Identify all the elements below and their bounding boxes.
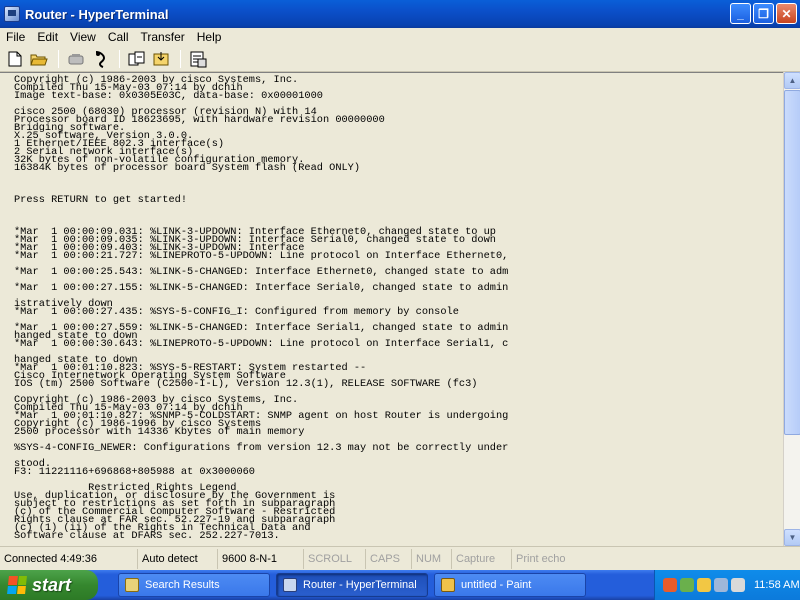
close-icon: ✕ xyxy=(781,6,792,21)
dial-button[interactable] xyxy=(89,48,111,70)
toolbar-separator xyxy=(180,49,181,68)
restore-icon: ❐ xyxy=(758,6,769,21)
receive-button[interactable] xyxy=(150,48,172,70)
minimize-button[interactable]: _ xyxy=(730,3,751,24)
menu-file[interactable]: File xyxy=(0,30,31,44)
toolbar xyxy=(0,46,800,72)
status-scroll: SCROLL xyxy=(304,548,366,569)
task-label: Router - HyperTerminal xyxy=(303,579,417,591)
disconnect-icon xyxy=(68,53,84,64)
status-detect: Auto detect xyxy=(138,548,218,569)
menu-view[interactable]: View xyxy=(64,30,102,44)
task-label: untitled - Paint xyxy=(461,579,532,591)
window-controls: _ ❐ ✕ xyxy=(730,3,797,24)
menu-transfer[interactable]: Transfer xyxy=(135,30,191,44)
system-tray: 11:58 AM xyxy=(654,570,800,600)
terminal-output: Copyright (c) 1986-2003 by cisco Systems… xyxy=(14,74,509,542)
clock[interactable]: 11:58 AM xyxy=(754,579,800,591)
menu-call[interactable]: Call xyxy=(102,30,135,44)
down-arrow-icon: ▼ xyxy=(788,533,797,542)
send-button[interactable] xyxy=(126,48,148,70)
up-arrow-icon: ▲ xyxy=(788,76,797,85)
status-settings: 9600 8-N-1 xyxy=(218,548,304,569)
title-bar[interactable]: Router - HyperTerminal _ ❐ ✕ xyxy=(0,0,800,28)
properties-button[interactable] xyxy=(187,48,209,70)
toolbar-separator xyxy=(119,49,120,68)
status-print-echo: Print echo xyxy=(516,552,566,565)
scroll-thumb[interactable] xyxy=(784,90,800,435)
scroll-up-button[interactable]: ▲ xyxy=(784,72,800,89)
properties-icon xyxy=(190,51,207,67)
windows-logo-icon xyxy=(7,576,27,594)
tray-icon[interactable] xyxy=(663,578,677,592)
paint-icon xyxy=(441,578,455,592)
taskbar-item-search-results[interactable]: Search Results xyxy=(118,573,270,597)
new-connection-icon xyxy=(8,51,22,66)
minimize-icon: _ xyxy=(737,6,744,21)
status-bar: Connected 4:49:36 Auto detect 9600 8-N-1… xyxy=(0,546,800,570)
status-capture: Capture xyxy=(452,548,512,569)
hyperterminal-app-icon[interactable] xyxy=(4,6,20,22)
dial-icon xyxy=(95,50,106,68)
search-folder-icon xyxy=(125,578,139,592)
status-connected: Connected 4:49:36 xyxy=(0,548,138,569)
hyperterminal-icon xyxy=(283,578,297,592)
start-label: start xyxy=(32,574,72,595)
terminal-screen[interactable]: Copyright (c) 1986-2003 by cisco Systems… xyxy=(0,72,783,546)
status-num: NUM xyxy=(412,548,452,569)
open-icon xyxy=(30,54,48,65)
volume-icon[interactable] xyxy=(714,578,728,592)
new-connection-button[interactable] xyxy=(4,48,26,70)
status-caps: CAPS xyxy=(366,548,412,569)
scroll-down-button[interactable]: ▼ xyxy=(784,529,800,546)
tray-icon[interactable] xyxy=(731,578,745,592)
receive-icon xyxy=(153,51,169,65)
start-button[interactable]: start xyxy=(0,570,98,600)
open-button[interactable] xyxy=(28,48,50,70)
menu-help[interactable]: Help xyxy=(191,30,228,44)
tray-icon[interactable] xyxy=(680,578,694,592)
menu-bar: File Edit View Call Transfer Help xyxy=(0,28,800,46)
send-icon xyxy=(128,51,145,65)
maximize-button[interactable]: ❐ xyxy=(753,3,774,24)
toolbar-separator xyxy=(58,49,59,68)
window-title: Router - HyperTerminal xyxy=(25,6,169,22)
close-button[interactable]: ✕ xyxy=(776,3,797,24)
taskbar-item-hyperterminal[interactable]: Router - HyperTerminal xyxy=(276,573,428,597)
tray-icon[interactable] xyxy=(697,578,711,592)
menu-edit[interactable]: Edit xyxy=(31,30,64,44)
taskbar-item-paint[interactable]: untitled - Paint xyxy=(434,573,586,597)
taskbar: start Search Results Router - HyperTermi… xyxy=(0,570,800,600)
task-label: Search Results xyxy=(145,579,220,591)
vertical-scrollbar[interactable]: ▲ ▼ xyxy=(783,72,800,546)
disconnect-button[interactable] xyxy=(65,48,87,70)
